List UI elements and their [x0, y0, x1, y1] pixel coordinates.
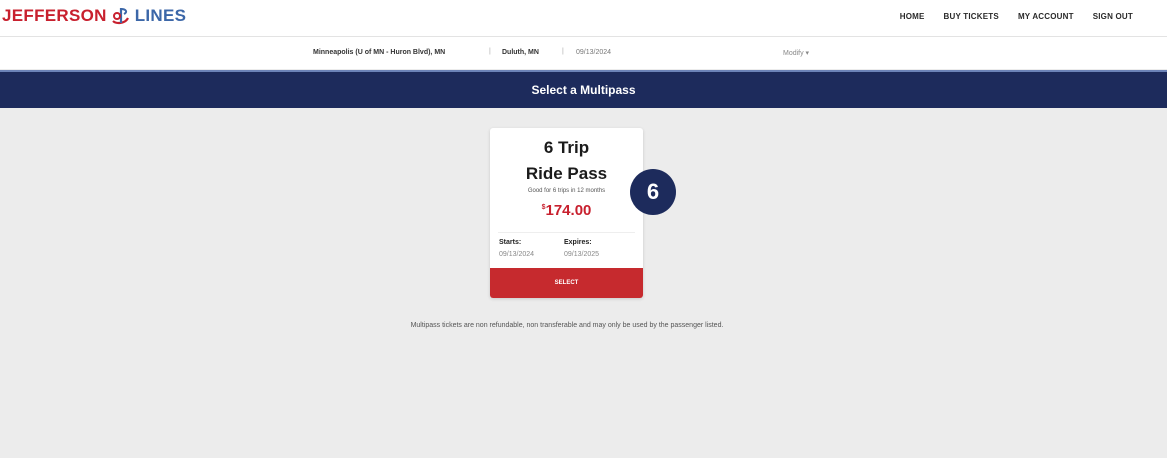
page-title: Select a Multipass — [531, 83, 636, 97]
multipass-card: 6 Trip Ride Pass Good for 6 trips in 12 … — [490, 128, 643, 298]
trip-summary-bar: Minneapolis (U of MN - Huron Blvd), MN |… — [0, 37, 1167, 69]
trip-date: 09/13/2024 — [576, 49, 612, 56]
brand-logo[interactable]: JEFFERSON LINES — [2, 6, 186, 26]
top-nav-bar: JEFFERSON LINES HOME BUY TICKETS MY ACCO… — [0, 0, 1167, 37]
pass-description: Good for 6 trips in 12 months — [527, 188, 606, 194]
trip-destination: Duluth, MN — [502, 49, 539, 56]
brand-name-part1: JEFFERSON — [2, 6, 107, 25]
nav-my-account-link[interactable]: MY ACCOUNT — [1018, 12, 1074, 21]
multipass-disclaimer: Multipass tickets are non refundable, no… — [410, 322, 724, 329]
main-nav: HOME BUY TICKETS MY ACCOUNT SIGN OUT — [900, 12, 1133, 21]
expires-label: Expires: — [564, 239, 592, 246]
starts-value: 09/13/2024 — [499, 251, 535, 258]
price-currency: $ — [541, 204, 546, 211]
bus-swoosh-icon — [111, 8, 129, 25]
trip-separator: | — [489, 48, 491, 55]
nav-home-link[interactable]: HOME — [900, 12, 925, 21]
modify-trip-link[interactable]: Modify ▾ — [783, 49, 809, 57]
page-title-banner: Select a Multipass — [0, 70, 1167, 108]
trip-origin: Minneapolis (U of MN - Huron Blvd), MN — [313, 49, 446, 56]
pass-price: $174.00 — [490, 202, 643, 219]
price-amount: 174.00 — [545, 202, 592, 219]
nav-buy-tickets-link[interactable]: BUY TICKETS — [944, 12, 999, 21]
select-pass-button[interactable]: SELECT — [490, 268, 643, 298]
brand-name-part2: LINES — [134, 6, 187, 25]
nav-sign-out-link[interactable]: SIGN OUT — [1093, 12, 1133, 21]
step-number-badge: 6 — [630, 169, 676, 215]
expires-value: 09/13/2025 — [564, 251, 600, 258]
trip-separator: | — [562, 48, 564, 55]
starts-label: Starts: — [499, 239, 522, 246]
card-divider — [498, 232, 635, 233]
pass-title-line2: Ride Pass — [525, 164, 608, 183]
pass-title-line1: 6 Trip — [543, 138, 590, 157]
